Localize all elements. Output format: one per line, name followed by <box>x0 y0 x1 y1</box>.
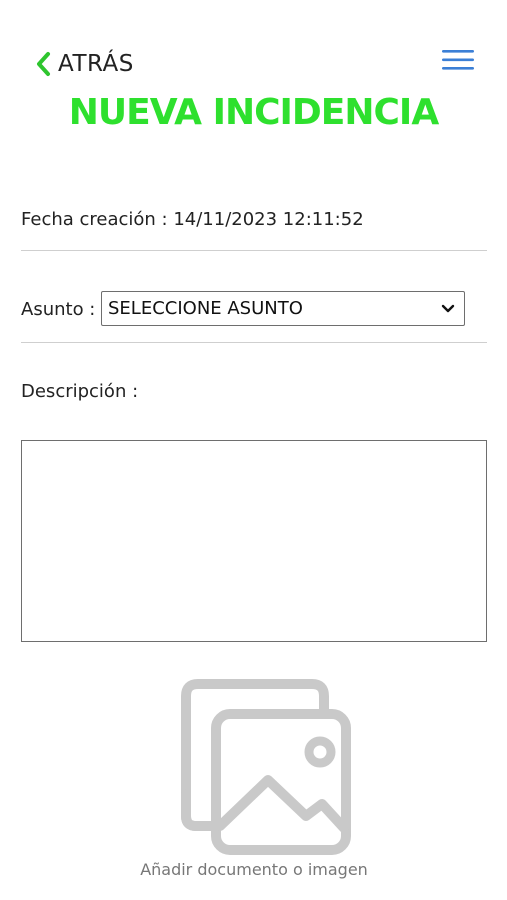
subject-select[interactable]: SELECCIONE ASUNTO <box>101 291 465 326</box>
back-label: ATRÁS <box>58 51 134 77</box>
hamburger-menu-icon[interactable] <box>441 48 475 72</box>
chevron-down-icon <box>441 304 455 312</box>
creation-date-text: Fecha creación : 14/11/2023 12:11:52 <box>21 209 364 230</box>
add-attachment-button[interactable]: Añadir documento o imagen <box>120 676 388 890</box>
divider <box>21 250 487 251</box>
divider <box>21 342 487 343</box>
back-button[interactable]: ATRÁS <box>34 50 134 78</box>
page-title: NUEVA INCIDENCIA <box>68 92 439 133</box>
add-attachment-label: Añadir documento o imagen <box>140 860 368 879</box>
image-gallery-icon <box>181 679 351 855</box>
description-label: Descripción : <box>21 381 139 402</box>
subject-selected-value: SELECCIONE ASUNTO <box>108 298 303 319</box>
subject-label: Asunto : <box>21 299 96 320</box>
description-textarea[interactable] <box>21 440 487 642</box>
chevron-left-icon <box>37 52 50 76</box>
